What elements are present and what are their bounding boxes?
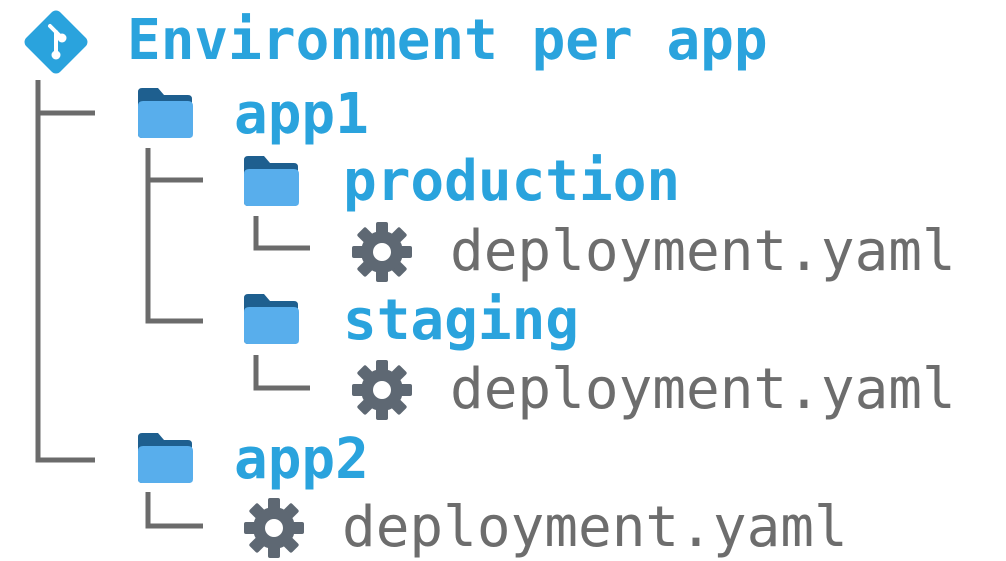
folder-name-staging[interactable]: staging	[343, 293, 579, 349]
folder-icon	[138, 433, 193, 483]
root-connector	[35, 80, 95, 463]
folder-icon	[244, 294, 299, 344]
gear-icon	[352, 222, 412, 282]
git-icon	[24, 10, 88, 74]
folder-name-app2[interactable]: app2	[234, 432, 369, 488]
app2-file-connector	[145, 492, 203, 529]
root-title: Environment per app	[127, 8, 768, 73]
app1-branch-connector	[145, 148, 203, 324]
staging-file-connector	[253, 355, 310, 391]
folder-icon	[138, 88, 193, 138]
folder-icon	[244, 156, 299, 206]
folder-name-app1[interactable]: app1	[234, 87, 369, 143]
file-name-staging-deployment[interactable]: deployment.yaml	[450, 362, 956, 418]
production-file-connector	[253, 216, 310, 251]
gear-icon	[352, 360, 412, 420]
file-name-production-deployment[interactable]: deployment.yaml	[450, 224, 956, 280]
gear-icon	[244, 498, 304, 558]
folder-name-production[interactable]: production	[343, 154, 680, 210]
file-name-app2-deployment[interactable]: deployment.yaml	[342, 500, 848, 556]
